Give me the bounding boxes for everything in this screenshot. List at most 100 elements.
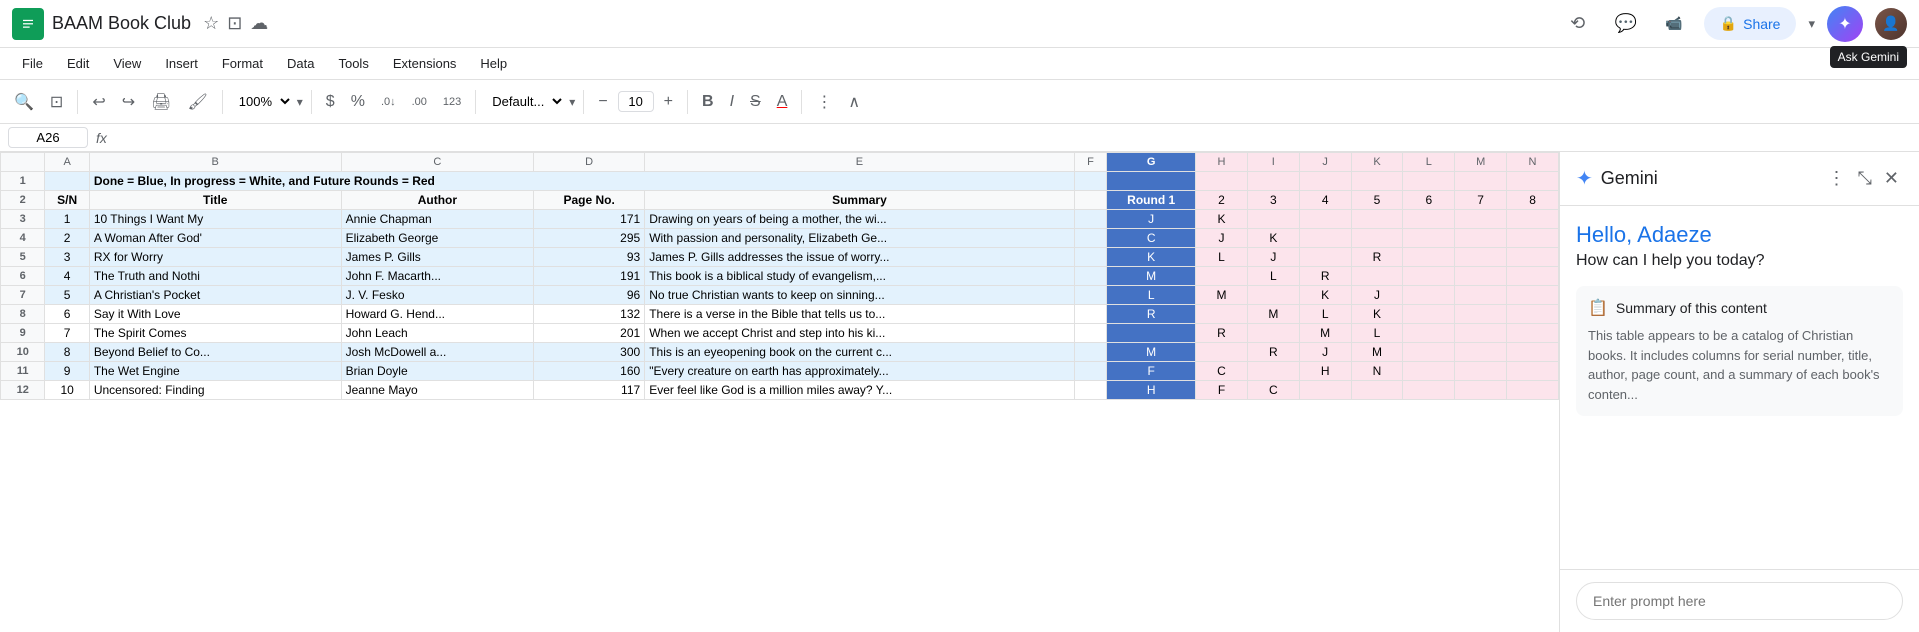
cell-k-5[interactable]: R xyxy=(1351,248,1403,267)
cell-page-9[interactable]: 201 xyxy=(534,324,645,343)
cell-title-2[interactable]: Title xyxy=(89,191,341,210)
cell-f-10[interactable] xyxy=(1074,343,1107,362)
cell-l-6[interactable] xyxy=(1403,267,1455,286)
cell-i-5[interactable]: J xyxy=(1247,248,1299,267)
cell-round1-6[interactable]: M xyxy=(1107,267,1196,286)
cell-k-9[interactable]: L xyxy=(1351,324,1403,343)
cell-k-12[interactable] xyxy=(1351,381,1403,400)
col-header-f[interactable]: F xyxy=(1074,153,1107,172)
cell-l-3[interactable] xyxy=(1403,210,1455,229)
gemini-prompt-input[interactable] xyxy=(1576,582,1903,620)
cell-k-8[interactable]: K xyxy=(1351,305,1403,324)
cell-n-11[interactable] xyxy=(1507,362,1559,381)
col-header-m[interactable]: M xyxy=(1455,153,1507,172)
cell-sn-2[interactable]: S/N xyxy=(45,191,89,210)
cell-f-9[interactable] xyxy=(1074,324,1107,343)
currency-btn[interactable]: $ xyxy=(320,89,341,115)
cell-f-5[interactable] xyxy=(1074,248,1107,267)
cell-sn-6[interactable]: 4 xyxy=(45,267,89,286)
cell-title-3[interactable]: 10 Things I Want My xyxy=(89,210,341,229)
col-header-c[interactable]: C xyxy=(341,153,534,172)
menu-edit[interactable]: Edit xyxy=(57,52,99,75)
cell-round1-3[interactable]: J xyxy=(1107,210,1196,229)
cell-l-10[interactable] xyxy=(1403,343,1455,362)
search-toolbar-icon[interactable]: 🔍 xyxy=(8,88,40,116)
cell-j-7[interactable]: K xyxy=(1299,286,1351,305)
col-header-i[interactable]: I xyxy=(1247,153,1299,172)
cell-k-2[interactable]: 5 xyxy=(1351,191,1403,210)
cell-summary-9[interactable]: When we accept Christ and step into his … xyxy=(645,324,1074,343)
cell-round1-7[interactable]: L xyxy=(1107,286,1196,305)
cell-n-12[interactable] xyxy=(1507,381,1559,400)
cell-reference[interactable] xyxy=(8,127,88,148)
cell-h-8[interactable] xyxy=(1196,305,1248,324)
cell-i-12[interactable]: C xyxy=(1247,381,1299,400)
menu-format[interactable]: Format xyxy=(212,52,273,75)
cell-author-11[interactable]: Brian Doyle xyxy=(341,362,534,381)
cell-m-4[interactable] xyxy=(1455,229,1507,248)
menu-file[interactable]: File xyxy=(12,52,53,75)
cell-round1-9[interactable] xyxy=(1107,324,1196,343)
gemini-button[interactable]: ✦ xyxy=(1827,6,1863,42)
cell-title-9[interactable]: The Spirit Comes xyxy=(89,324,341,343)
meet-icon[interactable]: 📹 xyxy=(1656,6,1692,42)
cell-l-7[interactable] xyxy=(1403,286,1455,305)
cell-title-10[interactable]: Beyond Belief to Co... xyxy=(89,343,341,362)
cell-page-6[interactable]: 191 xyxy=(534,267,645,286)
cell-n-7[interactable] xyxy=(1507,286,1559,305)
cell-sn-11[interactable]: 9 xyxy=(45,362,89,381)
comments-icon[interactable]: 💬 xyxy=(1608,6,1644,42)
cell-h-3[interactable]: K xyxy=(1196,210,1248,229)
menu-insert[interactable]: Insert xyxy=(155,52,208,75)
cell-author-4[interactable]: Elizabeth George xyxy=(341,229,534,248)
cell-i-9[interactable] xyxy=(1247,324,1299,343)
cell-i-8[interactable]: M xyxy=(1247,305,1299,324)
cell-author-7[interactable]: J. V. Fesko xyxy=(341,286,534,305)
cell-i-6[interactable]: L xyxy=(1247,267,1299,286)
undo-icon[interactable]: ↩ xyxy=(86,88,111,116)
cell-round1-8[interactable]: R xyxy=(1107,305,1196,324)
cell-m-6[interactable] xyxy=(1455,267,1507,286)
format-123[interactable]: 123 xyxy=(437,92,467,112)
cell-m-12[interactable] xyxy=(1455,381,1507,400)
cell-h-12[interactable]: F xyxy=(1196,381,1248,400)
cell-m-10[interactable] xyxy=(1455,343,1507,362)
hide-toolbar-btn[interactable]: ∧ xyxy=(842,88,866,116)
zoom-select[interactable]: 100% xyxy=(231,91,293,112)
cell-author-10[interactable]: Josh McDowell a... xyxy=(341,343,534,362)
cell-j-12[interactable] xyxy=(1299,381,1351,400)
increase-font[interactable]: + xyxy=(658,89,679,115)
gemini-close-icon[interactable]: ✕ xyxy=(1880,164,1903,193)
cell-summary-11[interactable]: "Every creature on earth has approximate… xyxy=(645,362,1074,381)
cell-j-10[interactable]: J xyxy=(1299,343,1351,362)
cell-sn-8[interactable]: 6 xyxy=(45,305,89,324)
cell-summary-12[interactable]: Ever feel like God is a million miles aw… xyxy=(645,381,1074,400)
percent-btn[interactable]: % xyxy=(345,89,371,115)
cell-title-7[interactable]: A Christian's Pocket xyxy=(89,286,341,305)
cell-page-10[interactable]: 300 xyxy=(534,343,645,362)
cell-author-8[interactable]: Howard G. Hend... xyxy=(341,305,534,324)
gemini-expand-icon[interactable]: ⤡ xyxy=(1854,164,1876,193)
cell-round1-5[interactable]: K xyxy=(1107,248,1196,267)
menu-tools[interactable]: Tools xyxy=(328,52,378,75)
share-button[interactable]: 🔒 Share xyxy=(1704,7,1797,40)
cell-title-5[interactable]: RX for Worry xyxy=(89,248,341,267)
cell-summary-2[interactable]: Summary xyxy=(645,191,1074,210)
print-icon[interactable]: 🖨 xyxy=(145,88,177,116)
cell-b1[interactable]: Done = Blue, In progress = White, and Fu… xyxy=(89,172,1074,191)
cell-f-4[interactable] xyxy=(1074,229,1107,248)
cell-n-2[interactable]: 8 xyxy=(1507,191,1559,210)
cell-author-9[interactable]: John Leach xyxy=(341,324,534,343)
cell-sn-12[interactable]: 10 xyxy=(45,381,89,400)
cell-i-2[interactable]: 3 xyxy=(1247,191,1299,210)
cell-a1[interactable] xyxy=(45,172,89,191)
cell-page-12[interactable]: 117 xyxy=(534,381,645,400)
cell-m-7[interactable] xyxy=(1455,286,1507,305)
cell-i-11[interactable] xyxy=(1247,362,1299,381)
cell-h-11[interactable]: C xyxy=(1196,362,1248,381)
cell-i-10[interactable]: R xyxy=(1247,343,1299,362)
cell-k-10[interactable]: M xyxy=(1351,343,1403,362)
cell-k-11[interactable]: N xyxy=(1351,362,1403,381)
cell-round1-10[interactable]: M xyxy=(1107,343,1196,362)
cell-i-3[interactable] xyxy=(1247,210,1299,229)
